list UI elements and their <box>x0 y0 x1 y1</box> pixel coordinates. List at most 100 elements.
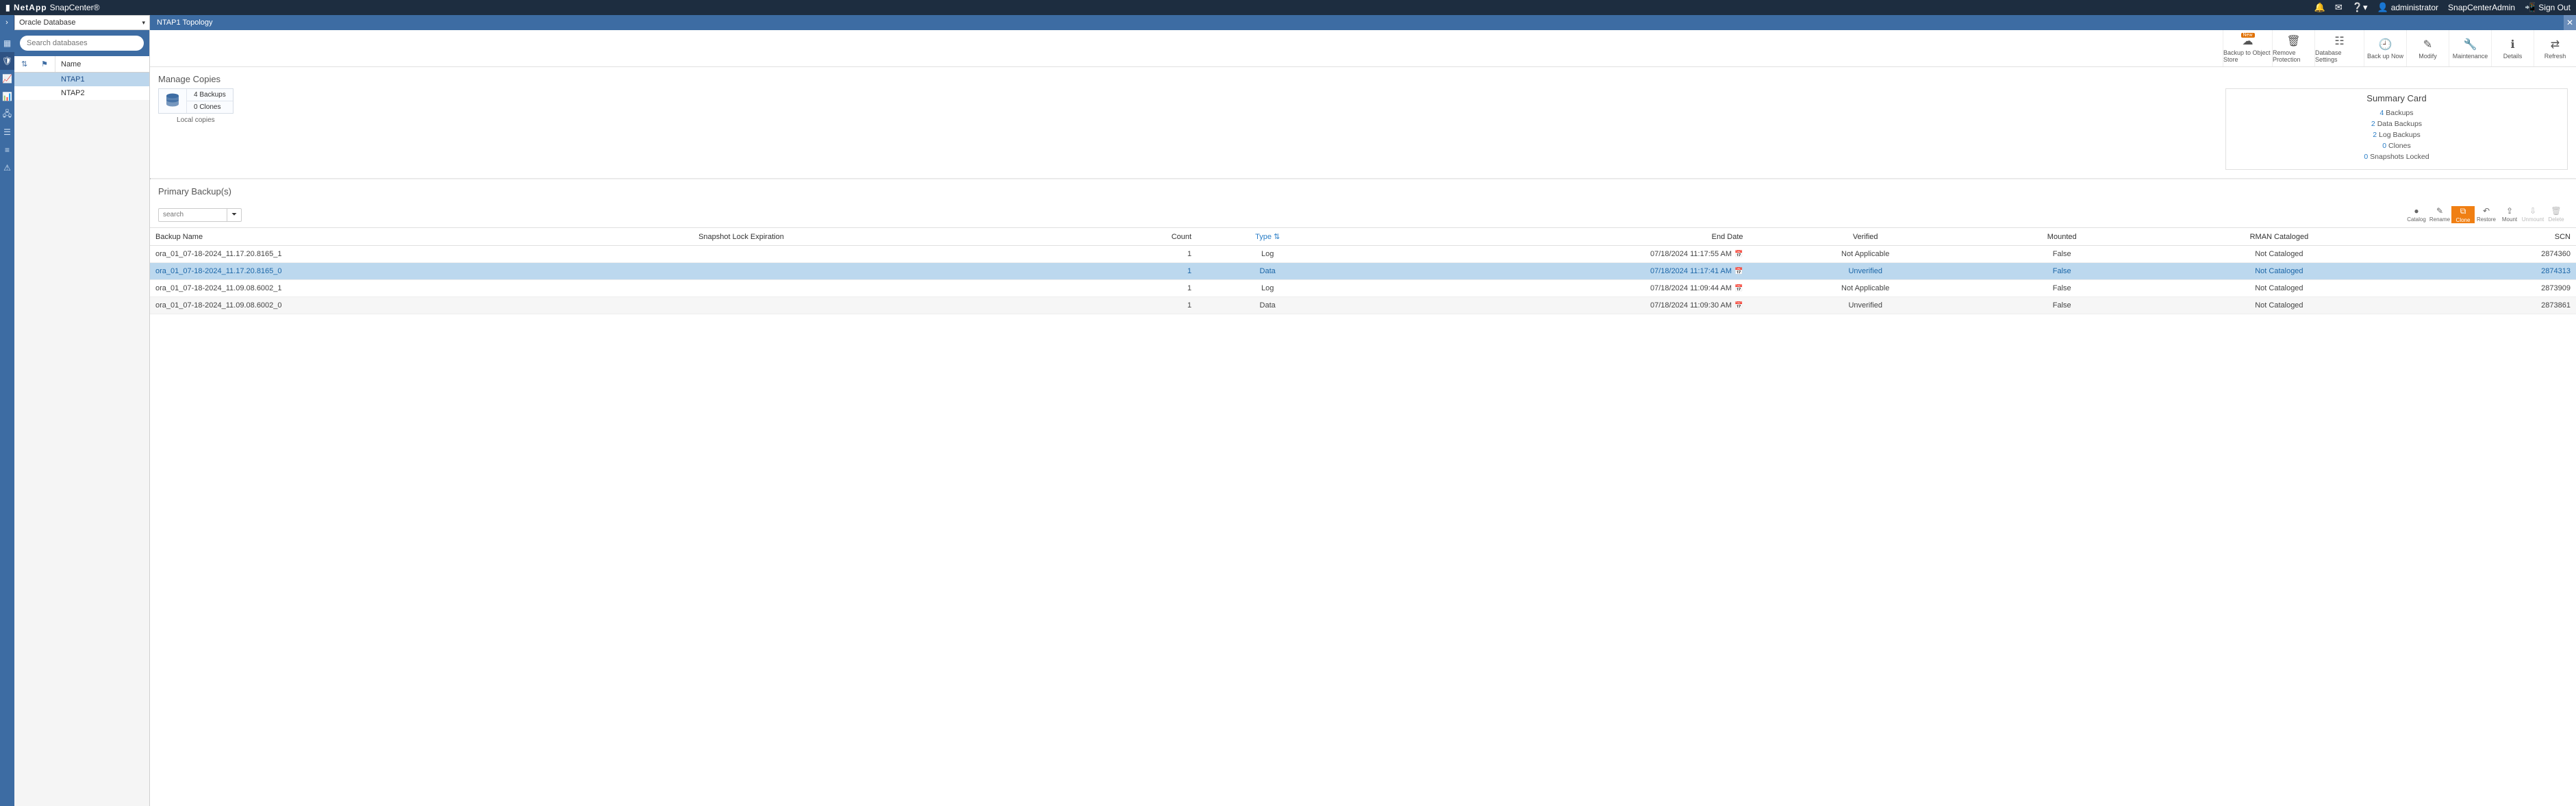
close-panel-button[interactable]: ✕ <box>2564 15 2576 30</box>
backup-now-button[interactable]: 🕘Back up Now <box>2364 30 2406 66</box>
remove-protection-button[interactable]: 🗑Remove Protection <box>2272 30 2314 66</box>
summary-card: Summary Card 4 Backups2 Data Backups2 Lo… <box>2225 88 2568 170</box>
sort-desc-icon: ⇅ <box>1272 233 1280 241</box>
signout-button[interactable]: 📲Sign Out <box>2525 2 2571 13</box>
action-label: Database Settings <box>2315 49 2364 63</box>
col-scn[interactable]: SCN <box>2416 228 2576 246</box>
user-menu[interactable]: 👤administrator <box>2377 2 2439 13</box>
action-label: Backup to Object Store <box>2223 49 2272 63</box>
cell-count: 1 <box>1074 246 1197 263</box>
cell-type: Log <box>1197 280 1338 297</box>
chevron-down-icon: ▾ <box>142 19 145 27</box>
messages-button[interactable]: ✉ <box>2335 2 2343 13</box>
flag-icon[interactable]: ⚑ <box>41 60 48 68</box>
col-rman[interactable]: RMAN Cataloged <box>2142 228 2417 246</box>
table-row[interactable]: ora_01_07-18-2024_11.09.08.6002_11Log07/… <box>150 280 2576 297</box>
left-rail: ▦ 🛡 📈 📊 🖧 ☰ ≡ ⚠ <box>0 30 14 806</box>
summary-row: 2 Log Backups <box>2226 129 2567 140</box>
table-row[interactable]: ora_01_07-18-2024_11.17.20.8165_01Data07… <box>150 263 2576 280</box>
search-input[interactable] <box>20 36 144 51</box>
local-clones-count: 0 Clones <box>186 101 233 113</box>
signout-label: Sign Out <box>2538 3 2571 12</box>
local-backups-count: 4 Backups <box>186 89 233 101</box>
cell-type: Data <box>1197 263 1338 280</box>
col-backup-name[interactable]: Backup Name <box>150 228 693 246</box>
rail-resources[interactable]: 🛡 <box>0 52 14 70</box>
catalog-icon: ● <box>2414 206 2419 216</box>
backup-object-store-button[interactable]: New☁Backup to Object Store <box>2223 30 2272 66</box>
action-label: Maintenance <box>2453 53 2488 60</box>
cell-scn: 2874313 <box>2416 263 2576 280</box>
cell-lock <box>693 246 1074 263</box>
cell-verified: Not Applicable <box>1749 246 1982 263</box>
local-copies[interactable]: 4 Backups 0 Clones Local copies <box>158 88 233 124</box>
backup-search-input[interactable] <box>158 208 227 222</box>
database-settings-button[interactable]: ☷Database Settings <box>2314 30 2364 66</box>
unmount-icon: ⇩ <box>2529 206 2536 216</box>
nav-toggle-button[interactable]: › <box>0 15 14 30</box>
rename-icon: ✎ <box>2436 206 2443 216</box>
col-end-date[interactable]: End Date <box>1338 228 1748 246</box>
action-label: Remove Protection <box>2273 49 2314 63</box>
manage-copies: 4 Backups 0 Clones Local copies Summary … <box>150 88 2576 178</box>
col-type[interactable]: Type ⇅ <box>1197 228 1338 246</box>
calendar-icon: 📅 <box>1734 302 1743 310</box>
restore-button[interactable]: ↶Restore <box>2475 206 2498 223</box>
summary-row: 0 Clones <box>2226 140 2567 151</box>
action-label: Back up Now <box>2367 53 2403 60</box>
rename-button[interactable]: ✎Rename <box>2428 206 2451 223</box>
rail-monitor[interactable]: 📈 <box>0 70 14 88</box>
details-button[interactable]: ℹDetails <box>2491 30 2534 66</box>
table-row[interactable]: ora_01_07-18-2024_11.09.08.6002_01Data07… <box>150 297 2576 314</box>
cell-mounted: False <box>1982 297 2142 314</box>
col-mounted[interactable]: Mounted <box>1982 228 2142 246</box>
db-row-ntap2[interactable]: NTAP2 <box>14 86 149 100</box>
local-copies-label: Local copies <box>177 116 215 124</box>
clone-button[interactable]: ⧉Clone <box>2451 206 2475 223</box>
action-bar: New☁Backup to Object Store🗑Remove Protec… <box>150 30 2576 67</box>
calendar-icon: 📅 <box>1734 268 1743 275</box>
page-title: NTAP1 Topology <box>150 15 220 30</box>
rail-hosts[interactable]: 🖧 <box>0 105 14 123</box>
cell-end: 07/18/2024 11:09:44 AM📅 <box>1338 280 1748 297</box>
db-row-ntap1[interactable]: NTAP1 <box>14 73 149 86</box>
col-verified[interactable]: Verified <box>1749 228 1982 246</box>
cell-scn: 2873861 <box>2416 297 2576 314</box>
user-icon: 👤 <box>2377 2 2388 13</box>
cell-name: ora_01_07-18-2024_11.09.08.6002_1 <box>150 280 693 297</box>
sort-icon[interactable]: ⇅ <box>21 60 27 68</box>
cell-end: 07/18/2024 11:17:41 AM📅 <box>1338 263 1748 280</box>
primary-backups-header: ⏷ ●Catalog✎Rename⧉Clone↶Restore⇪Mount⇩Un… <box>150 201 2576 227</box>
rail-dashboard[interactable]: ▦ <box>0 34 14 52</box>
toolbar-label: Rename <box>2429 216 2450 223</box>
left-panel: ⇅ ⚑ Name NTAP1NTAP2 <box>14 30 150 806</box>
cell-rman: Not Cataloged <box>2142 297 2417 314</box>
role-label[interactable]: SnapCenterAdmin <box>2448 3 2515 12</box>
summary-title: Summary Card <box>2226 93 2567 108</box>
toolbar-label: Unmount <box>2522 216 2544 223</box>
table-row[interactable]: ora_01_07-18-2024_11.17.20.8165_11Log07/… <box>150 246 2576 263</box>
brand: ▮ NetApp SnapCenter® <box>5 3 100 12</box>
context-dropdown[interactable]: Oracle Database ▾ <box>14 15 150 30</box>
db-list-header: ⇅ ⚑ Name <box>14 56 149 73</box>
pencil-icon: ✎ <box>2423 38 2432 51</box>
mount-button[interactable]: ⇪Mount <box>2498 206 2521 223</box>
help-button[interactable]: ❔▾ <box>2352 2 2368 13</box>
refresh-button[interactable]: ⇄Refresh <box>2534 30 2576 66</box>
rail-reports[interactable]: 📊 <box>0 88 14 105</box>
rail-storage[interactable]: ☰ <box>0 123 14 141</box>
notifications-button[interactable]: 🔔 <box>2314 2 2325 13</box>
filter-button[interactable]: ⏷ <box>227 208 242 222</box>
modify-button[interactable]: ✎Modify <box>2406 30 2449 66</box>
db-list-header-name[interactable]: Name <box>55 56 149 72</box>
rail-settings[interactable]: ≡ <box>0 141 14 159</box>
catalog-button[interactable]: ●Catalog <box>2405 206 2428 223</box>
rail-alerts[interactable]: ⚠ <box>0 159 14 177</box>
toolbar-label: Catalog <box>2407 216 2426 223</box>
col-count[interactable]: Count <box>1074 228 1197 246</box>
backup-toolbar: ●Catalog✎Rename⧉Clone↶Restore⇪Mount⇩Unmo… <box>2405 206 2568 223</box>
col-snapshot-lock[interactable]: Snapshot Lock Expiration <box>693 228 1074 246</box>
calendar-icon: 📅 <box>1734 285 1743 292</box>
clone-icon: ⧉ <box>2460 206 2466 216</box>
maintenance-button[interactable]: 🔧Maintenance <box>2449 30 2491 66</box>
